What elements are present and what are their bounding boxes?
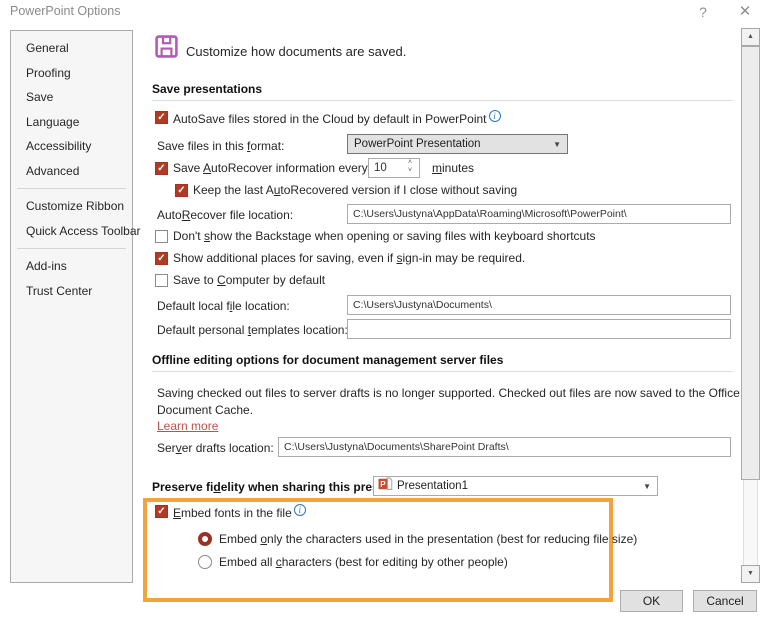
scrollbar-thumb[interactable] xyxy=(741,46,760,480)
default-local-field[interactable]: C:\Users\Justyna\Documents\ xyxy=(347,295,731,315)
sidebar-item-trust-center[interactable]: Trust Center xyxy=(11,279,132,304)
save-to-computer-checkbox[interactable] xyxy=(155,274,168,287)
sidebar-item-proofing[interactable]: Proofing xyxy=(11,61,132,86)
save-format-value: PowerPoint Presentation xyxy=(354,138,481,150)
chevron-down-icon: ▼ xyxy=(553,136,561,154)
save-floppy-icon xyxy=(155,35,178,63)
preserve-fidelity-dropdown[interactable]: P Presentation1 ▼ xyxy=(373,476,658,496)
sidebar-item-save[interactable]: Save xyxy=(11,85,132,110)
embed-only-used-radio[interactable] xyxy=(198,532,212,546)
embed-all-characters-label: Embed all characters (best for editing b… xyxy=(219,555,508,569)
sidebar-item-language[interactable]: Language xyxy=(11,110,132,135)
sidebar-item-general[interactable]: General xyxy=(11,36,132,61)
info-icon[interactable] xyxy=(294,504,306,516)
section-title-save-presentations: Save presentations xyxy=(152,82,262,96)
intro-text: Customize how documents are saved. xyxy=(186,44,406,59)
powerpoint-options-dialog: PowerPoint Options ? ✕ General Proofing … xyxy=(0,0,768,619)
sidebar-item-advanced[interactable]: Advanced xyxy=(11,159,132,184)
dont-show-backstage-label: Don't show the Backstage when opening or… xyxy=(173,229,596,243)
embed-only-used-label: Embed only the characters used in the pr… xyxy=(219,532,637,546)
autorecover-every-checkbox[interactable] xyxy=(155,162,168,175)
help-icon[interactable]: ? xyxy=(692,2,714,22)
minutes-label: minutes xyxy=(432,161,474,175)
cancel-button[interactable]: Cancel xyxy=(693,590,757,612)
preserve-fidelity-value: Presentation1 xyxy=(397,480,468,492)
embed-all-characters-radio[interactable] xyxy=(198,555,212,569)
sidebar-divider xyxy=(17,188,126,189)
embed-fonts-checkbox[interactable] xyxy=(155,505,168,518)
server-drafts-field[interactable]: C:\Users\Justyna\Documents\SharePoint Dr… xyxy=(278,437,731,457)
sidebar-item-add-ins[interactable]: Add-ins xyxy=(11,254,132,279)
sidebar-divider xyxy=(17,248,126,249)
close-icon[interactable]: ✕ xyxy=(734,2,756,22)
section-divider xyxy=(152,100,733,101)
vertical-scrollbar: ▲ ▼ xyxy=(741,28,760,583)
chevron-down-icon: ▼ xyxy=(643,478,651,496)
info-icon[interactable] xyxy=(489,110,501,122)
sidebar-item-customize-ribbon[interactable]: Customize Ribbon xyxy=(11,194,132,219)
section-title-offline-editing: Offline editing options for document man… xyxy=(152,353,503,367)
options-nav-sidebar: General Proofing Save Language Accessibi… xyxy=(10,30,133,583)
autorecover-location-label: AutoRecover file location: xyxy=(157,208,293,222)
offline-paragraph-line2: Document Cache. xyxy=(157,403,253,417)
ok-button[interactable]: OK xyxy=(620,590,683,612)
section-divider xyxy=(152,371,733,372)
save-format-dropdown[interactable]: PowerPoint Presentation ▼ xyxy=(347,134,568,154)
svg-text:P: P xyxy=(380,480,386,489)
autorecover-minutes-spinner[interactable]: 10 ˄˅ xyxy=(368,158,420,178)
show-additional-places-checkbox[interactable] xyxy=(155,252,168,265)
save-format-label: Save files in this format: xyxy=(157,139,284,153)
keep-last-autorecovered-label: Keep the last AutoRecovered version if I… xyxy=(193,183,517,197)
sidebar-item-quick-access-toolbar[interactable]: Quick Access Toolbar xyxy=(11,219,132,244)
spinner-arrows-icon[interactable]: ˄˅ xyxy=(404,159,416,177)
autosave-cloud-text: AutoSave files stored in the Cloud by de… xyxy=(173,112,487,126)
embed-fonts-text: Embed fonts in the file xyxy=(173,506,292,520)
sidebar-item-accessibility[interactable]: Accessibility xyxy=(11,134,132,159)
autosave-cloud-label: AutoSave files stored in the Cloud by de… xyxy=(173,110,501,126)
dialog-title: PowerPoint Options xyxy=(10,4,120,18)
save-to-computer-label: Save to Computer by default xyxy=(173,273,325,287)
autosave-cloud-checkbox[interactable] xyxy=(155,111,168,124)
scroll-up-icon[interactable]: ▲ xyxy=(741,28,760,46)
powerpoint-file-icon: P xyxy=(378,477,393,497)
autorecover-every-label: Save AutoRecover information every xyxy=(173,161,368,175)
autorecover-location-field[interactable]: C:\Users\Justyna\AppData\Roaming\Microso… xyxy=(347,204,731,224)
dont-show-backstage-checkbox[interactable] xyxy=(155,230,168,243)
spinner-value: 10 xyxy=(374,162,387,174)
default-templates-label: Default personal templates location: xyxy=(157,323,348,337)
show-additional-places-label: Show additional places for saving, even … xyxy=(173,251,525,265)
learn-more-link[interactable]: Learn more xyxy=(157,419,218,433)
keep-last-autorecovered-checkbox[interactable] xyxy=(175,184,188,197)
server-drafts-label: Server drafts location: xyxy=(157,441,274,455)
scroll-down-icon[interactable]: ▼ xyxy=(741,565,760,583)
embed-fonts-label: Embed fonts in the file xyxy=(173,504,306,520)
default-templates-field[interactable] xyxy=(347,319,731,339)
default-local-label: Default local file location: xyxy=(157,299,290,313)
offline-paragraph-line1: Saving checked out files to server draft… xyxy=(157,386,740,400)
